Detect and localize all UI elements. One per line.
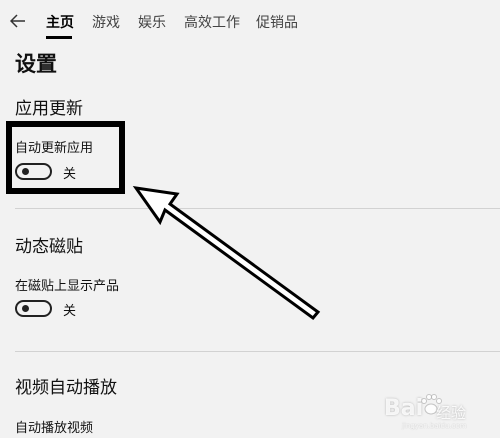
watermark-sub: 经验 (436, 404, 467, 422)
top-nav-bar: 主页 游戏 娱乐 高效工作 促销品 (0, 0, 500, 42)
watermark: Bai 经验 jingyan.baidu.com (358, 388, 498, 434)
tab-deals[interactable]: 促销品 (256, 12, 298, 32)
divider (15, 351, 500, 352)
tab-productivity[interactable]: 高效工作 (184, 12, 240, 32)
show-products-toggle[interactable] (15, 300, 52, 317)
setting-label-show-products: 在磁贴上显示产品 (15, 279, 120, 294)
section-title-live-tiles: 动态磁贴 (15, 237, 83, 257)
setting-label-autoplay-video: 自动播放视频 (15, 421, 94, 436)
divider (15, 208, 500, 209)
tab-entertainment[interactable]: 娱乐 (138, 12, 166, 32)
section-title-app-updates: 应用更新 (15, 99, 83, 119)
annotation-highlight-box (6, 121, 125, 194)
section-title-video-autoplay: 视频自动播放 (15, 378, 117, 398)
back-arrow-icon (10, 14, 25, 28)
watermark-url: jingyan.baidu.com (402, 422, 467, 430)
tab-games[interactable]: 游戏 (92, 12, 120, 32)
tab-home[interactable]: 主页 (46, 12, 74, 32)
toggle-knob (22, 305, 29, 312)
show-products-toggle-state: 关 (63, 304, 77, 319)
watermark-brand: Bai (384, 396, 424, 421)
back-button[interactable] (6, 10, 30, 32)
active-tab-indicator (46, 36, 72, 39)
page-title: 设置 (15, 52, 57, 76)
